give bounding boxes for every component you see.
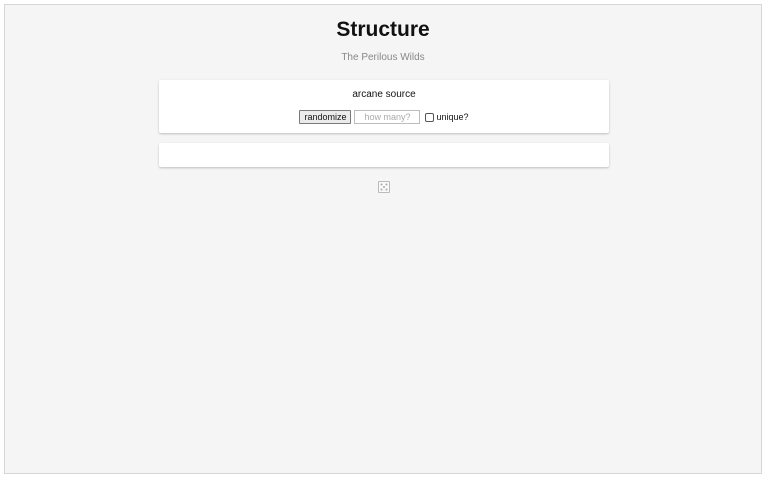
page-subtitle: The Perilous Wilds xyxy=(341,52,425,63)
unique-toggle[interactable]: unique? xyxy=(425,112,469,122)
generator-title: arcane source xyxy=(352,89,416,100)
results-card xyxy=(159,143,609,167)
generator-card: arcane source randomize unique? xyxy=(159,80,609,133)
page-frame: Structure The Perilous Wilds arcane sour… xyxy=(4,4,762,474)
page-title: Structure xyxy=(336,18,430,41)
dice-icon[interactable] xyxy=(378,181,390,193)
randomize-button[interactable]: randomize xyxy=(299,110,352,124)
unique-checkbox[interactable] xyxy=(425,112,435,122)
unique-label: unique? xyxy=(436,112,469,122)
how-many-input[interactable] xyxy=(354,110,421,124)
generator-controls: randomize unique? xyxy=(159,110,609,124)
